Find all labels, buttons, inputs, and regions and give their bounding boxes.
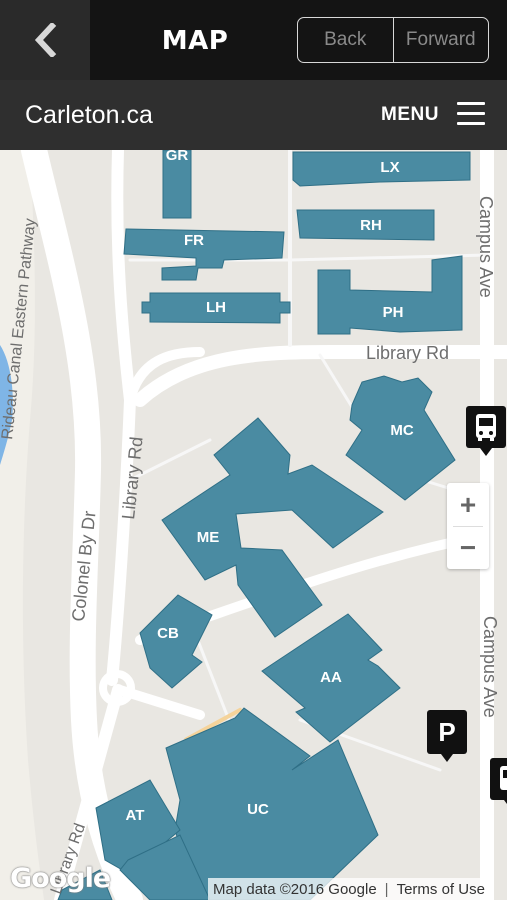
road-label-campus-ave-top: Campus Ave (476, 196, 496, 298)
map-data-credit: Map data ©2016 Google (213, 880, 377, 898)
campus-map[interactable]: GR LX FR RH LH PH MC ME CB AA AT UC Libr… (0, 150, 507, 900)
page-title: MAP (161, 26, 229, 56)
map-canvas[interactable]: GR LX FR RH LH PH MC ME CB AA AT UC Libr… (0, 150, 507, 900)
zoom-out-button[interactable]: − (447, 526, 489, 569)
building-label-cb: CB (157, 625, 179, 642)
chevron-left-icon (34, 23, 57, 57)
bus-icon (466, 406, 506, 456)
google-logo: Google (10, 863, 111, 894)
parking-icon: P (427, 710, 467, 762)
road-label-library-rd: Library Rd (366, 343, 449, 363)
building-label-aa: AA (320, 669, 342, 686)
top-navigation-bar: MAP Back Forward (0, 0, 507, 80)
site-header: Carleton.ca MENU (0, 80, 507, 150)
history-button-group: Back Forward (297, 17, 489, 63)
building-label-uc: UC (247, 801, 269, 818)
road-label-campus-ave-bottom: Campus Ave (480, 616, 500, 718)
map-attribution: Map data ©2016 Google | Terms of Use (208, 878, 490, 900)
hamburger-menu-icon[interactable] (457, 102, 485, 126)
building-label-fr: FR (184, 232, 204, 249)
forward-button[interactable]: Forward (392, 18, 489, 62)
svg-text:P: P (438, 717, 455, 747)
site-name-link[interactable]: Carleton.ca (25, 80, 153, 150)
building-label-at: AT (126, 807, 145, 824)
building-label-gr: GR (166, 150, 189, 164)
building-label-lh: LH (206, 299, 226, 316)
building-label-me: ME (197, 529, 220, 546)
back-button[interactable]: Back (298, 18, 393, 62)
zoom-control: + − (447, 483, 489, 569)
attribution-divider: | (384, 880, 389, 898)
building-label-mc: MC (390, 422, 413, 439)
building-label-lx: LX (380, 159, 399, 176)
back-arrow-button[interactable] (0, 0, 90, 80)
terms-of-use-link[interactable]: Terms of Use (397, 881, 485, 898)
bus-icon (490, 758, 507, 804)
zoom-in-button[interactable]: + (447, 483, 489, 526)
menu-label[interactable]: MENU (381, 80, 439, 150)
building-label-ph: PH (383, 304, 404, 321)
building-label-rh: RH (360, 217, 382, 234)
